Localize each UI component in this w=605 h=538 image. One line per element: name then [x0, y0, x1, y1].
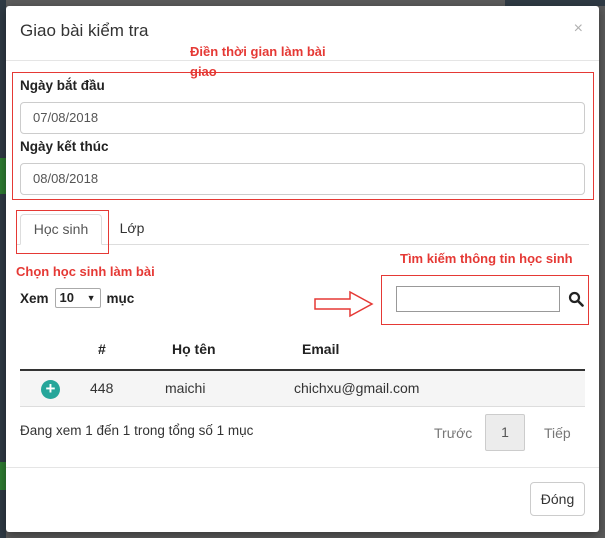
- assign-test-modal: Giao bài kiểm tra × Điền thời gian làm b…: [6, 6, 599, 532]
- dropdown-caret-icon: ▼: [86, 293, 96, 303]
- footer-divider: [6, 467, 599, 468]
- arrow-right-icon: [314, 290, 374, 318]
- start-date-input[interactable]: 07/08/2018: [20, 102, 585, 134]
- column-header-email[interactable]: Email: [302, 341, 339, 357]
- title-divider: [6, 60, 599, 61]
- pagination-prev[interactable]: Trước: [434, 425, 472, 441]
- page-length-suffix: mục: [106, 290, 135, 306]
- student-name-cell: maichi: [165, 380, 206, 396]
- search-icon[interactable]: [568, 291, 584, 307]
- close-icon[interactable]: ×: [574, 20, 583, 38]
- student-email-cell: chichxu@gmail.com: [294, 380, 420, 396]
- choose-students-annotation: Chọn học sinh làm bài: [16, 264, 155, 279]
- column-header-number[interactable]: #: [98, 341, 106, 357]
- page-length-prefix: Xem: [20, 290, 49, 306]
- column-header-name[interactable]: Họ tên: [172, 341, 216, 357]
- pagination-next[interactable]: Tiếp: [544, 425, 571, 441]
- page-length-value: 10: [59, 290, 74, 305]
- search-annotation: Tìm kiếm thông tin học sinh: [400, 251, 573, 266]
- end-date-input[interactable]: 08/08/2018: [20, 163, 585, 195]
- pagination-page-1[interactable]: 1: [485, 414, 525, 451]
- page-length-select[interactable]: 10 ▼: [54, 288, 101, 308]
- end-date-label: Ngày kết thúc: [20, 139, 109, 154]
- start-date-label: Ngày bắt đầu: [20, 78, 105, 93]
- time-annotation-line2: giao: [190, 64, 217, 79]
- add-student-button[interactable]: +: [41, 380, 60, 399]
- modal-title: Giao bài kiểm tra: [20, 21, 149, 40]
- close-button[interactable]: Đóng: [530, 482, 585, 516]
- students-tab-annotation-box: [16, 210, 109, 254]
- student-search-input[interactable]: [396, 286, 560, 312]
- tab-classes[interactable]: Lớp: [110, 214, 154, 245]
- time-annotation-line1: Điền thời gian làm bài: [190, 44, 326, 59]
- page-length-control: Xem 10 ▼ mục: [20, 288, 134, 308]
- pagination-info: Đang xem 1 đến 1 trong tổng số 1 mục: [20, 423, 254, 438]
- student-id-cell: 448: [90, 380, 114, 396]
